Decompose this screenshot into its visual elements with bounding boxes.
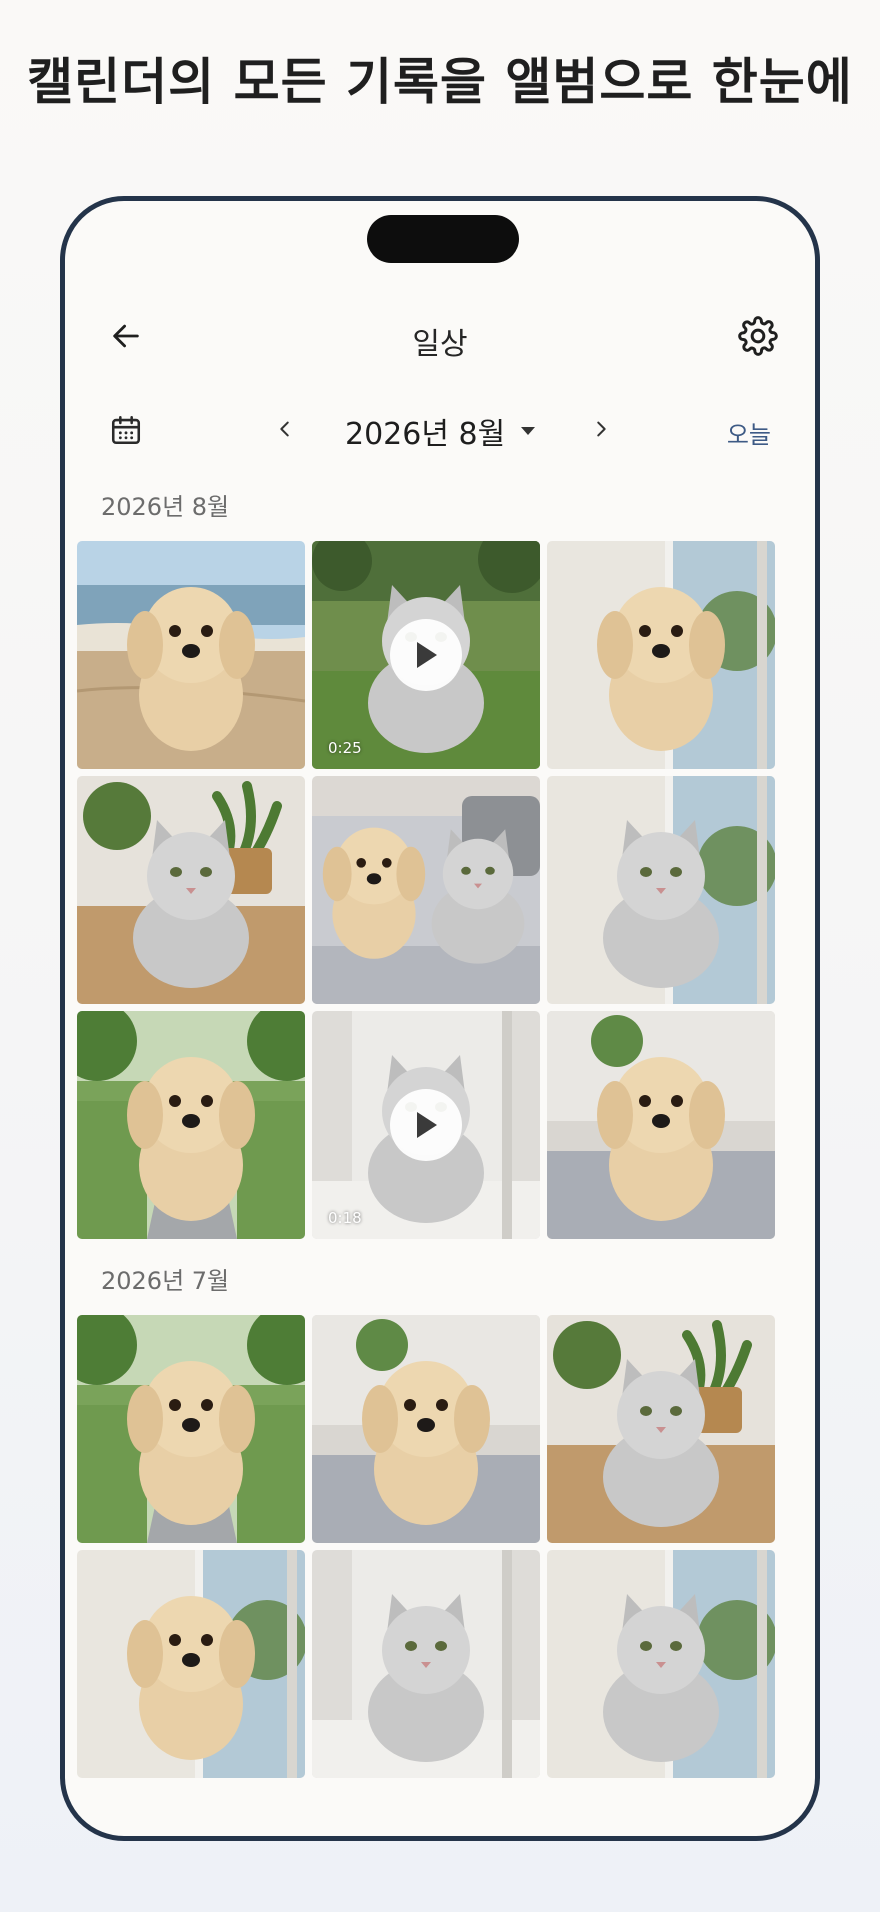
dog-photo-image xyxy=(312,1315,540,1543)
app-bar: 일상 xyxy=(65,301,815,371)
section-label-july: 2026년 7월 xyxy=(101,1267,230,1295)
section-label-august: 2026년 8월 xyxy=(101,493,230,521)
photo-thumbnail[interactable] xyxy=(77,776,305,1004)
dynamic-island xyxy=(367,215,519,263)
video-duration: 0:18 xyxy=(328,1209,362,1227)
month-label: 2026년 8월 xyxy=(345,417,506,452)
dog-cat-photo-image xyxy=(312,776,540,1004)
photo-thumbnail[interactable] xyxy=(312,1550,540,1778)
caret-down-icon xyxy=(521,427,536,435)
photo-thumbnail[interactable] xyxy=(547,1315,775,1543)
photo-grid-july xyxy=(77,1315,805,1778)
month-selector[interactable]: 2026년 8월 xyxy=(345,405,537,457)
dog-photo-image xyxy=(77,1011,305,1239)
photo-thumbnail[interactable] xyxy=(77,1550,305,1778)
photo-thumbnail[interactable] xyxy=(547,1011,775,1239)
cat-photo-image xyxy=(547,1315,775,1543)
chevron-left-icon xyxy=(280,421,289,437)
next-month-button[interactable] xyxy=(581,409,621,449)
today-button[interactable]: 오늘 xyxy=(727,415,771,450)
page-title: 일상 xyxy=(412,327,468,362)
photo-thumbnail[interactable] xyxy=(547,776,775,1004)
dog-photo-image xyxy=(547,1011,775,1239)
gear-icon xyxy=(738,316,778,356)
photo-thumbnail[interactable] xyxy=(547,541,775,769)
photo-thumbnail[interactable] xyxy=(547,1550,775,1778)
month-navigation: 2026년 8월 오늘 xyxy=(65,401,815,461)
photo-thumbnail[interactable] xyxy=(312,776,540,1004)
photo-thumbnail[interactable] xyxy=(77,1315,305,1543)
cat-photo-image xyxy=(77,776,305,1004)
cat-photo-image xyxy=(312,1550,540,1778)
calendar-icon xyxy=(111,415,141,445)
photo-grid-august: 0:25 0:18 xyxy=(77,541,805,1239)
dog-photo-image xyxy=(77,1550,305,1778)
dog-photo-image xyxy=(77,1315,305,1543)
calendar-button[interactable] xyxy=(103,407,149,453)
video-thumbnail[interactable]: 0:25 xyxy=(312,541,540,769)
photo-thumbnail[interactable] xyxy=(77,1011,305,1239)
photo-thumbnail[interactable] xyxy=(312,1315,540,1543)
video-thumbnail[interactable]: 0:18 xyxy=(312,1011,540,1239)
previous-month-button[interactable] xyxy=(265,409,305,449)
photo-thumbnail[interactable] xyxy=(77,541,305,769)
chevron-right-icon xyxy=(597,421,606,437)
cat-photo-image xyxy=(547,1550,775,1778)
play-icon[interactable] xyxy=(390,619,462,691)
promo-title: 캘린더의 모든 기록을 앨범으로 한눈에 xyxy=(27,53,853,111)
video-duration: 0:25 xyxy=(328,739,362,757)
dog-photo-image xyxy=(547,541,775,769)
dog-photo-image xyxy=(77,541,305,769)
play-icon[interactable] xyxy=(390,1089,462,1161)
phone-frame: 일상 2026년 8월 오늘 2026년 8월 0:25 0:18 2026년 … xyxy=(60,196,820,1841)
settings-button[interactable] xyxy=(733,311,783,361)
cat-photo-image xyxy=(547,776,775,1004)
